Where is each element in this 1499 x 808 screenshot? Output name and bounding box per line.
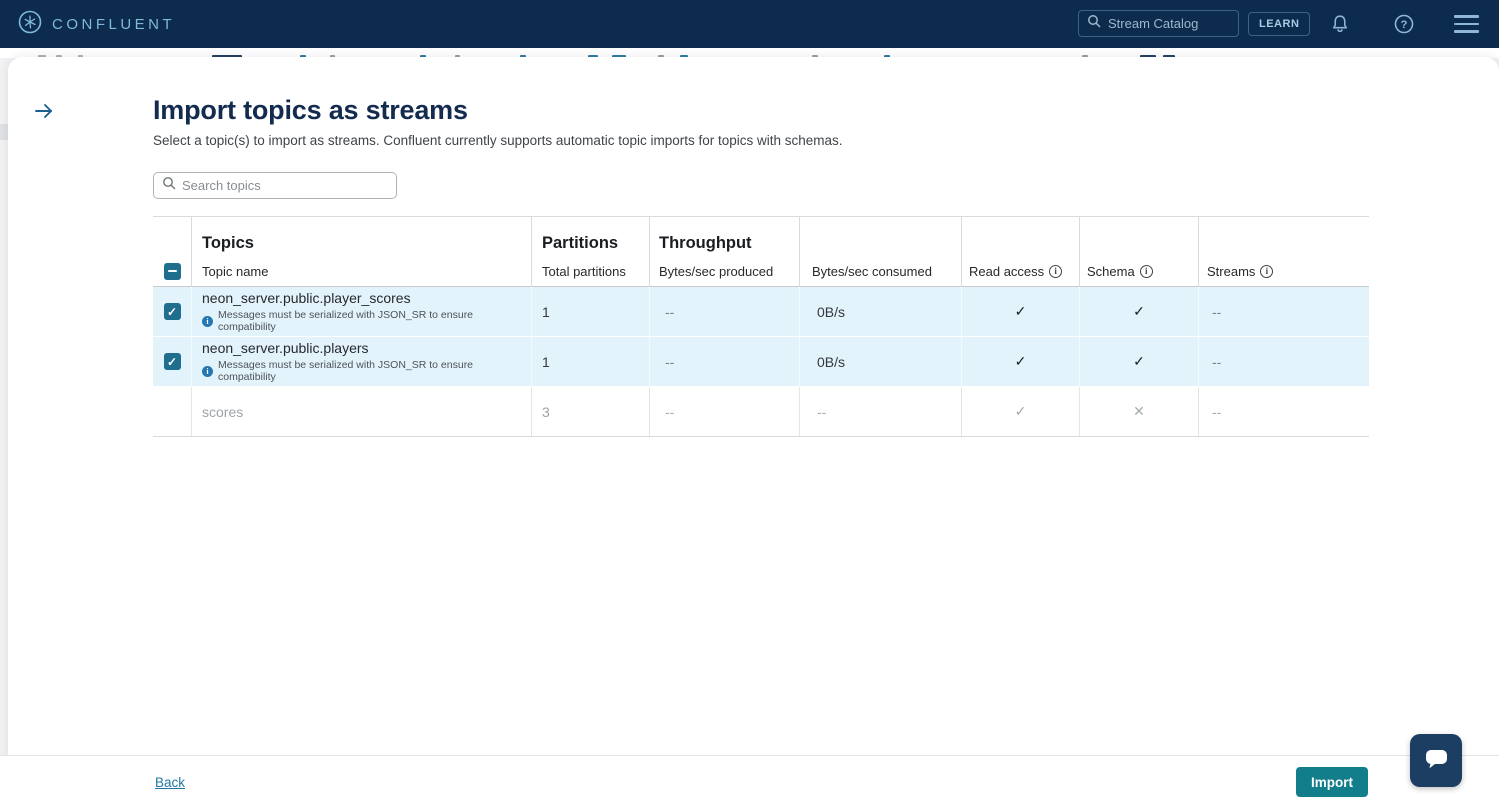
row-checkbox[interactable]: [164, 353, 181, 370]
column-read-access: Read access: [969, 264, 1044, 279]
cell-bytes-produced: --: [649, 337, 799, 386]
cell-read-access: ✓: [961, 287, 1079, 336]
cell-schema: ✓: [1079, 337, 1198, 386]
column-topic-name: Topic name: [192, 254, 531, 288]
cell-bytes-consumed: 0B/s: [799, 337, 961, 386]
page-title: Import topics as streams: [153, 95, 1499, 126]
info-icon[interactable]: [1049, 265, 1062, 278]
stream-catalog-search[interactable]: [1078, 10, 1239, 37]
cell-read-access: ✓: [961, 337, 1079, 386]
collapse-panel-arrow-icon[interactable]: [30, 97, 58, 125]
topic-note: Messages must be serialized with JSON_SR…: [202, 309, 531, 333]
cell-schema: ✕: [1079, 387, 1198, 436]
cell-bytes-produced: --: [649, 287, 799, 336]
column-streams: Streams: [1207, 264, 1255, 279]
import-topics-panel: Import topics as streams Select a topic(…: [8, 57, 1499, 808]
confluent-logo[interactable]: CONFLUENT: [18, 10, 175, 39]
topic-name: neon_server.public.players: [202, 340, 369, 356]
column-bytes-consumed: Bytes/sec consumed: [800, 254, 961, 288]
table-row-player-scores[interactable]: neon_server.public.player_scores Message…: [153, 287, 1369, 337]
info-icon: [202, 316, 213, 327]
search-icon: [1087, 14, 1101, 33]
svg-text:?: ?: [1401, 19, 1408, 31]
confluent-spark-icon: [18, 10, 42, 39]
column-group-topics: Topics: [192, 217, 531, 254]
info-icon[interactable]: [1140, 265, 1153, 278]
cell-streams: --: [1198, 337, 1369, 386]
background-sidebar-edge: [0, 124, 8, 140]
topic-name: neon_server.public.player_scores: [202, 290, 411, 306]
cell-bytes-produced: --: [649, 387, 799, 436]
topics-table: Topics Topic name Partitions Total parti…: [153, 216, 1369, 437]
speech-bubble-icon: [1422, 744, 1450, 777]
cell-read-access: ✓: [961, 387, 1079, 436]
select-all-checkbox[interactable]: [164, 263, 181, 280]
cell-partitions: 1: [531, 287, 649, 336]
column-schema: Schema: [1087, 264, 1135, 279]
notifications-bell-icon[interactable]: [1327, 11, 1353, 37]
brand-name: CONFLUENT: [52, 16, 175, 33]
info-icon[interactable]: [1260, 265, 1273, 278]
page-subtitle: Select a topic(s) to import as streams. …: [153, 133, 1499, 148]
wizard-footer: Back Import: [0, 755, 1499, 808]
search-topics-field[interactable]: [153, 172, 397, 199]
table-header: Topics Topic name Partitions Total parti…: [153, 216, 1369, 287]
top-navbar: CONFLUENT LEARN ?: [0, 0, 1499, 48]
column-total-partitions: Total partitions: [532, 254, 649, 288]
column-group-partitions: Partitions: [532, 217, 649, 254]
back-link[interactable]: Back: [155, 775, 185, 790]
table-row-scores: scores 3 -- -- ✓ ✕ --: [153, 387, 1369, 437]
cell-partitions: 3: [531, 387, 649, 436]
import-button[interactable]: Import: [1296, 767, 1368, 797]
help-icon[interactable]: ?: [1391, 11, 1417, 37]
row-checkbox[interactable]: [164, 303, 181, 320]
chat-widget-button[interactable]: [1410, 734, 1462, 787]
learn-button[interactable]: LEARN: [1248, 12, 1310, 36]
topic-name: scores: [202, 404, 243, 420]
cell-bytes-consumed: --: [799, 387, 961, 436]
cell-schema: ✓: [1079, 287, 1198, 336]
stream-catalog-input[interactable]: [1108, 16, 1223, 31]
info-icon: [202, 366, 213, 377]
table-row-players[interactable]: neon_server.public.players Messages must…: [153, 337, 1369, 387]
column-bytes-produced: Bytes/sec produced: [650, 254, 799, 288]
column-group-throughput: Throughput: [650, 217, 799, 254]
cell-bytes-consumed: 0B/s: [799, 287, 961, 336]
search-topics-input[interactable]: [182, 178, 377, 193]
hamburger-menu-icon[interactable]: [1453, 11, 1479, 37]
cell-streams: --: [1198, 287, 1369, 336]
search-icon: [162, 176, 176, 195]
cell-streams: --: [1198, 387, 1369, 436]
topic-note: Messages must be serialized with JSON_SR…: [202, 359, 531, 383]
cell-partitions: 1: [531, 337, 649, 386]
